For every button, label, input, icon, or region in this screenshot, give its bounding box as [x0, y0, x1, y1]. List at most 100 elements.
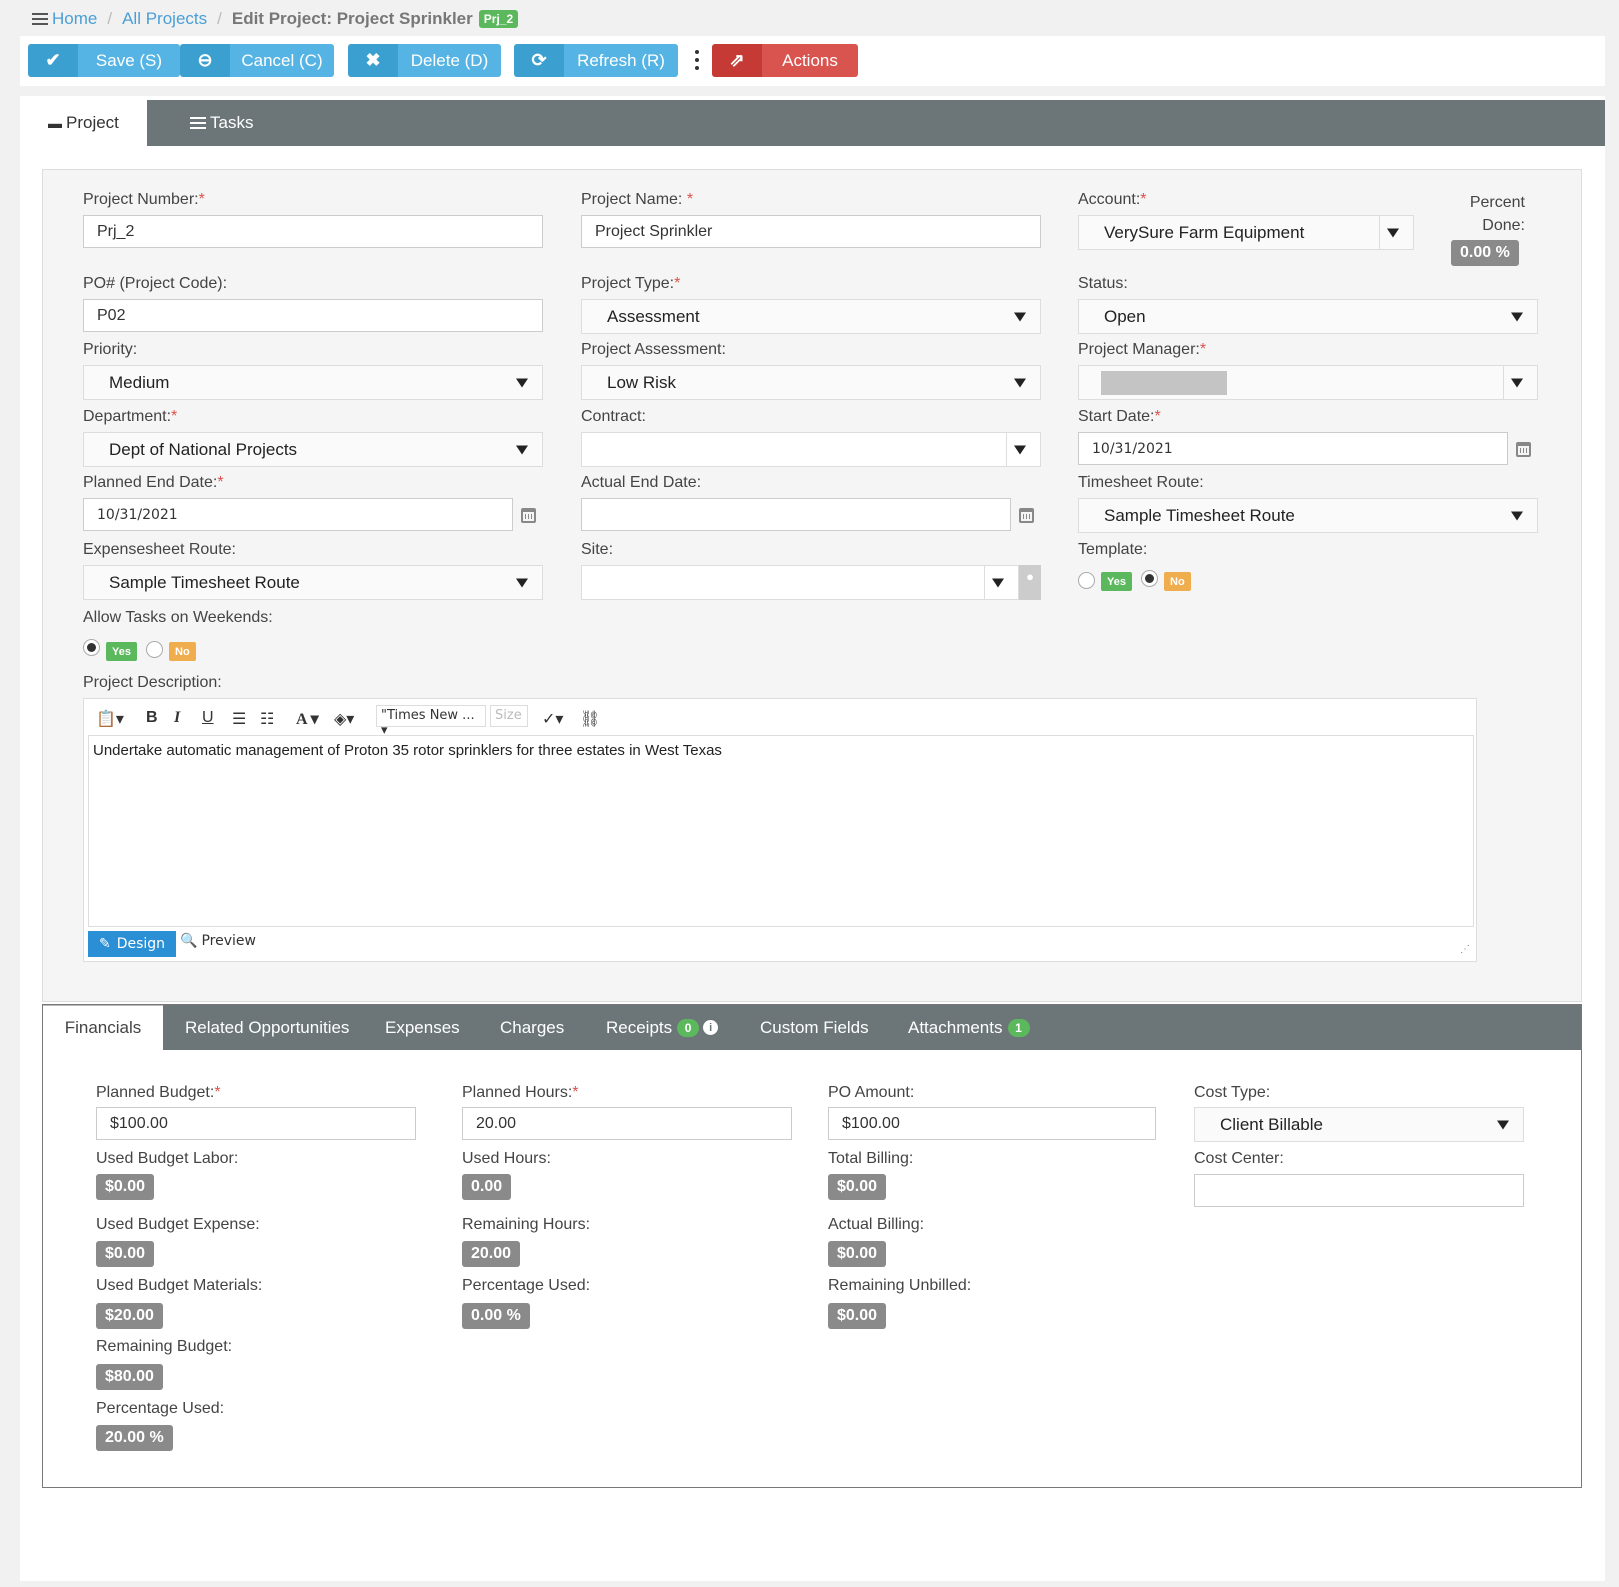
tab-receipts[interactable]: Receipts 0 i — [606, 1005, 719, 1050]
project-manager-label: Project Manager:* — [1078, 341, 1207, 358]
cost-type-select[interactable]: Client Billable — [1194, 1107, 1524, 1142]
weekends-yes-radio[interactable] — [83, 639, 100, 656]
planned-hours-input[interactable]: 20.00 — [462, 1107, 792, 1140]
resize-handle-icon[interactable]: ⋰ — [1460, 944, 1470, 955]
timesheet-route-select[interactable]: Sample Timesheet Route — [1078, 498, 1538, 533]
used-hours-value: 0.00 — [462, 1174, 512, 1200]
actual-end-label: Actual End Date: — [581, 474, 702, 491]
more-options-icon[interactable] — [694, 50, 700, 70]
cost-center-input[interactable] — [1194, 1174, 1524, 1207]
account-select[interactable]: VerySure Farm Equipment — [1078, 215, 1414, 250]
tab-related-opportunities[interactable]: Related Opportunities — [185, 1005, 349, 1050]
chevron-down-icon — [1014, 445, 1026, 454]
actual-end-input[interactable] — [581, 498, 1011, 531]
total-billing-label: Total Billing: — [828, 1150, 914, 1167]
weekends-no-radio[interactable] — [146, 641, 163, 658]
remaining-budget-label: Remaining Budget: — [96, 1338, 233, 1355]
description-textarea[interactable]: Undertake automatic management of Proton… — [88, 735, 1474, 927]
font-family-select[interactable]: "Times New ... ▾ — [376, 705, 486, 738]
planned-budget-input[interactable]: $100.00 — [96, 1107, 416, 1140]
tab-project[interactable]: ▬ Project — [20, 100, 147, 146]
account-label: Account:* — [1078, 191, 1147, 208]
chevron-down-icon — [1497, 1120, 1509, 1129]
chevron-down-icon — [1014, 312, 1026, 321]
status-label: Status: — [1078, 275, 1128, 292]
site-select[interactable] — [581, 565, 1019, 600]
chevron-down-icon — [1014, 378, 1026, 387]
priority-select[interactable]: Medium — [83, 365, 543, 400]
remaining-hours-label: Remaining Hours: — [462, 1216, 591, 1233]
numbered-list-icon[interactable]: ☷ — [260, 709, 274, 729]
cancel-button[interactable]: ⊖ Cancel (C) — [180, 44, 334, 77]
refresh-button[interactable]: ⟳ Refresh (R) — [514, 44, 678, 77]
priority-label: Priority: — [83, 341, 138, 358]
font-color-icon[interactable]: A ▾ — [296, 709, 319, 729]
font-size-select[interactable]: Size — [490, 705, 528, 727]
template-yes-radio[interactable] — [1078, 572, 1095, 589]
template-label: Template: — [1078, 541, 1148, 558]
project-name-input[interactable]: Project Sprinkler — [581, 215, 1041, 248]
template-no-radio[interactable] — [1141, 570, 1158, 587]
cost-type-label: Cost Type: — [1194, 1084, 1271, 1101]
chevron-down-icon — [992, 578, 1004, 587]
project-number-input[interactable]: Prj_2 — [83, 215, 543, 248]
tab-custom-fields[interactable]: Custom Fields — [760, 1005, 869, 1050]
hours-percentage-label: Percentage Used: — [462, 1277, 591, 1294]
design-tab[interactable]: ✎ Design — [88, 931, 176, 957]
contract-label: Contract: — [581, 408, 646, 425]
italic-icon[interactable]: I — [174, 709, 180, 727]
tab-tasks[interactable]: Tasks — [170, 100, 270, 146]
expensesheet-route-select[interactable]: Sample Timesheet Route — [83, 565, 543, 600]
project-type-select[interactable]: Assessment — [581, 299, 1041, 334]
underline-icon[interactable]: U — [202, 709, 214, 727]
delete-button[interactable]: ✖ Delete (D) — [348, 44, 501, 77]
bulleted-list-icon[interactable]: ☰ — [232, 709, 246, 729]
calendar-icon[interactable] — [521, 508, 536, 523]
link-icon[interactable]: ⛓ — [580, 709, 600, 729]
bold-icon[interactable]: B — [146, 709, 158, 727]
calendar-icon[interactable] — [1516, 442, 1531, 457]
planned-budget-label: Planned Budget:* — [96, 1084, 221, 1101]
paste-icon[interactable]: 📋▾ — [96, 709, 124, 729]
breadcrumb-current: Edit Project: Project Sprinkler — [231, 9, 473, 28]
project-name-label: Project Name: * — [581, 191, 694, 208]
start-date-input[interactable]: 10/31/2021 — [1078, 432, 1508, 465]
site-label: Site: — [581, 541, 614, 558]
po-input[interactable]: P02 — [83, 299, 543, 332]
preview-tab[interactable]: 🔍 Preview — [180, 933, 256, 949]
redacted-name — [1101, 370, 1227, 395]
actions-button[interactable]: ⇗ Actions — [712, 44, 858, 77]
tab-charges[interactable]: Charges — [500, 1005, 564, 1050]
save-button[interactable]: ✔ Save (S) — [28, 44, 180, 77]
remaining-budget-value: $80.00 — [96, 1364, 163, 1390]
pencil-icon: ✎ — [98, 936, 111, 952]
planned-end-label: Planned End Date:* — [83, 474, 224, 491]
breadcrumb-all-projects[interactable]: All Projects — [122, 9, 207, 29]
tab-financials[interactable]: Financials — [43, 1005, 163, 1050]
map-pin-icon[interactable]: ● — [1019, 565, 1041, 600]
financials-section: Financials Related Opportunities Expense… — [42, 1004, 1582, 1488]
chevron-down-icon — [516, 378, 528, 387]
weekends-label: Allow Tasks on Weekends: — [83, 609, 273, 626]
status-select[interactable]: Open — [1078, 299, 1538, 334]
timesheet-route-label: Timesheet Route: — [1078, 474, 1204, 491]
tab-attachments[interactable]: Attachments 1 — [908, 1005, 1030, 1050]
contract-select[interactable] — [581, 432, 1041, 467]
check-icon: ✔ — [28, 44, 78, 77]
percent-done-label: Percent Done: — [1469, 194, 1525, 234]
project-manager-select[interactable] — [1078, 365, 1538, 400]
calendar-icon[interactable] — [1019, 508, 1034, 523]
spellcheck-icon[interactable]: ✓▾ — [542, 709, 563, 729]
highlight-icon[interactable]: ◈▾ — [334, 709, 354, 729]
minus-circle-icon: ⊖ — [180, 44, 230, 77]
breadcrumb-home[interactable]: Home — [52, 9, 97, 29]
assessment-select[interactable]: Low Risk — [581, 365, 1041, 400]
planned-end-input[interactable]: 10/31/2021 — [83, 498, 513, 531]
po-amount-input[interactable]: $100.00 — [828, 1107, 1156, 1140]
used-materials-value: $20.00 — [96, 1303, 163, 1329]
budget-percentage-label: Percentage Used: — [96, 1400, 225, 1417]
tab-expenses[interactable]: Expenses — [385, 1005, 460, 1050]
percent-done-badge: 0.00 % — [1451, 240, 1519, 266]
project-form-panel: Project Number:* Prj_2 Project Name: * P… — [42, 169, 1582, 1002]
department-select[interactable]: Dept of National Projects — [83, 432, 543, 467]
